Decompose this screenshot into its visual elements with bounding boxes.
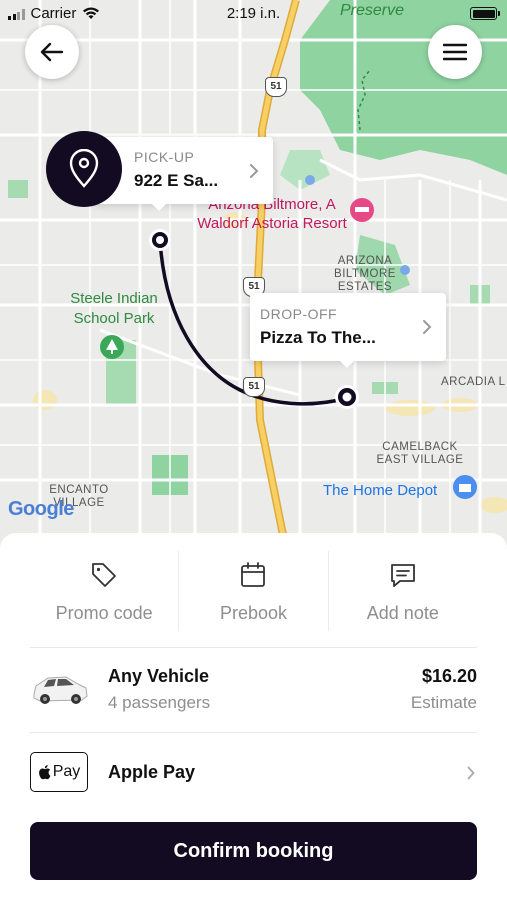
prebook-button[interactable]: Prebook (178, 551, 327, 631)
apple-pay-badge-text: Pay (52, 763, 81, 780)
google-logo: Google (8, 498, 74, 520)
price-note: Estimate (410, 693, 477, 712)
dropoff-caption: DROP-OFF (260, 306, 338, 322)
vehicle-passengers: 4 passengers (108, 693, 211, 712)
vehicle-title: Any Vehicle (108, 666, 210, 686)
pickup-location-badge (46, 131, 122, 207)
vehicle-option[interactable]: Any Vehicle 4 passengers $16.20 Estimate (30, 666, 477, 716)
map-label-camelback-2: EAST VILLAGE (376, 454, 464, 467)
map-label-biltmore-line2: Waldorf Astoria Resort (197, 215, 347, 233)
confirm-booking-button[interactable]: Confirm booking (30, 822, 477, 880)
add-note-label: Add note (366, 603, 439, 623)
promo-code-label: Promo code (55, 603, 153, 623)
divider (30, 732, 477, 733)
route-shield: 51 (243, 377, 265, 397)
promo-code-button[interactable]: Promo code (30, 551, 178, 631)
price-amount: $16.20 (421, 666, 477, 686)
map-label-camelback: CAMELBACK EAST VILLAGE (372, 441, 468, 467)
chevron-right-icon (250, 163, 259, 178)
map-label-steele-park[interactable]: Steele Indian School Park (58, 290, 170, 328)
chevron-right-icon (467, 766, 475, 780)
divider (30, 647, 477, 648)
map-label-biltmore-estates: ARIZONA BILTMORE ESTATES (330, 255, 400, 295)
location-pin-icon (69, 149, 99, 188)
menu-button[interactable] (428, 25, 482, 79)
map[interactable]: Preserve Arizona Biltmore, A Waldorf Ast… (0, 0, 507, 560)
car-icon (33, 676, 88, 704)
booking-sheet: Promo code Prebook Add note Any Vehicle … (0, 533, 507, 900)
map-label-estates-2: BILTMORE (334, 268, 396, 281)
message-icon (390, 564, 415, 587)
map-label-home-depot[interactable]: The Home Depot (323, 482, 437, 499)
map-label-encanto-1: ENCANTO (49, 484, 109, 496)
payment-method[interactable]: Pay Apple Pay (30, 752, 477, 794)
status-bar: Carrier 2:19 i.n. (0, 0, 507, 28)
dropoff-callout[interactable]: DROP-OFF Pizza To The... (250, 293, 446, 368)
dropoff-address: Pizza To The... (260, 328, 376, 347)
apple-pay-badge: Pay (30, 752, 88, 792)
payment-label: Apple Pay (108, 762, 196, 782)
chevron-right-icon (423, 320, 432, 334)
map-label-camelback-1: CAMELBACK (382, 441, 458, 453)
hamburger-menu-icon (443, 43, 467, 61)
clock: 2:19 i.n. (226, 5, 281, 22)
calendar-icon (241, 562, 266, 587)
add-note-button[interactable]: Add note (327, 551, 477, 631)
apple-logo-icon (38, 765, 51, 780)
map-label-estates-1: ARIZONA (337, 255, 393, 267)
map-label-steele-1: Steele Indian (70, 290, 158, 307)
price-block: $16.20 Estimate (411, 666, 477, 713)
prebook-label: Prebook (219, 603, 288, 623)
tag-icon (92, 563, 117, 587)
battery-icon (470, 7, 500, 20)
arrow-left-icon (40, 42, 64, 62)
back-button[interactable] (25, 25, 79, 79)
map-label-steele-2: School Park (73, 310, 155, 328)
route-shield: 51 (265, 77, 287, 97)
map-label-arcadia: ARCADIA L (441, 376, 506, 388)
action-row: Promo code Prebook Add note (30, 551, 477, 631)
